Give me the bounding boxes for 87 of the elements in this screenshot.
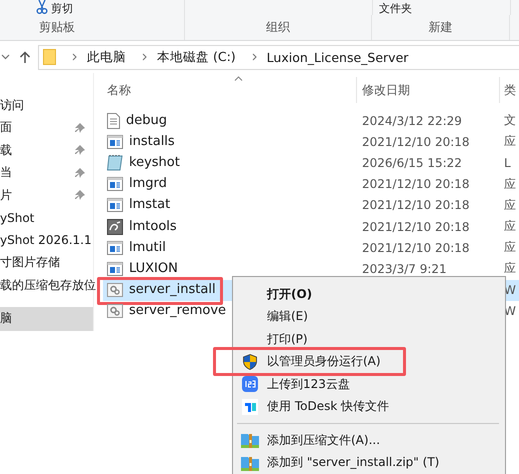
sidebar-item[interactable]: 片 — [0, 184, 93, 206]
app-icon — [242, 376, 258, 392]
modified-date: 2021/12/10 20:18 — [361, 177, 471, 192]
menu-item[interactable]: 添加到压缩文件(A)... — [267, 432, 380, 449]
file-row[interactable]: keyshot — [103, 152, 357, 174]
up-arrow-icon[interactable] — [19, 50, 31, 64]
chevron-right-icon — [142, 53, 147, 61]
chevron-right-icon — [72, 53, 77, 61]
file-row[interactable]: lmutil — [103, 237, 357, 258]
ribbon-group-label: 剪贴板 — [0, 15, 185, 40]
file-type: 应 — [503, 218, 517, 236]
gear-icon — [107, 304, 123, 318]
window-icon — [107, 177, 123, 192]
file-type: 应 — [503, 239, 517, 256]
sidebar-item[interactable]: 当 — [0, 162, 93, 184]
ribbon-group-label: 新建 — [372, 15, 510, 40]
file-row[interactable]: LUXION — [103, 258, 357, 280]
new-folder-button[interactable]: 文件夹 — [379, 0, 412, 15]
window-icon — [107, 134, 123, 149]
menu-item[interactable]: 编辑(E) — [267, 308, 308, 326]
menu-item[interactable]: 打开(O) — [267, 286, 312, 303]
menu-item[interactable]: 以管理员身份运行(A) — [267, 353, 381, 370]
sidebar-item[interactable]: 面 — [0, 116, 93, 139]
window-icon — [107, 240, 123, 255]
ribbon-group-label: 组织 — [185, 15, 372, 40]
chevron-down-icon[interactable] — [1, 54, 10, 60]
breadcrumb-item[interactable]: 此电脑 — [87, 48, 126, 66]
menu-item[interactable]: 打印(P) — [267, 330, 308, 348]
file-row[interactable]: lmgrd — [103, 174, 357, 195]
file-name: keyshot — [129, 154, 180, 171]
notepad-icon — [107, 154, 123, 171]
menu-item[interactable]: 上传到123云盘 — [267, 376, 350, 393]
breadcrumb-item[interactable]: Luxion_License_Server — [266, 50, 408, 64]
file-row[interactable]: lmtools — [103, 216, 357, 238]
modified-date: 2023/3/7 9:21 — [361, 262, 448, 276]
modified-date: 2024/3/12 22:29 — [361, 114, 463, 128]
column-header[interactable]: 修改日期 — [357, 77, 500, 103]
file-type: 应 — [503, 133, 517, 150]
column-header[interactable]: 名称 — [103, 77, 357, 103]
scissors-icon — [36, 0, 48, 14]
sidebar-item[interactable]: 载 — [0, 139, 93, 162]
file-name: server_remove — [129, 303, 226, 320]
sidebar-item[interactable]: yShot 2026.1.1 — [0, 229, 93, 252]
modified-date: 2021/12/10 20:18 — [361, 240, 471, 255]
file-type: L — [503, 154, 512, 172]
file-name: lmutil — [129, 240, 166, 256]
app-icon — [242, 398, 258, 415]
file-name: LUXION — [129, 260, 178, 277]
file-row[interactable]: lmstat — [103, 194, 357, 216]
file-type: 应 — [503, 260, 517, 278]
modified-date: 2026/6/15 15:22 — [361, 156, 463, 170]
file-type: 应 — [503, 176, 517, 193]
archive-icon — [241, 432, 259, 448]
chevron-right-icon — [252, 53, 257, 61]
file-type: 文 — [503, 112, 517, 130]
archive-icon — [241, 454, 259, 471]
breadcrumb-item[interactable]: 本地磁盘 (C:) — [157, 48, 236, 66]
file-name: installs — [129, 134, 175, 150]
sort-caret-icon — [234, 76, 243, 81]
file-name: server_install — [129, 282, 216, 298]
sidebar-item[interactable]: 寸图片存储 — [0, 252, 93, 274]
file-type: 应 — [503, 196, 517, 214]
file-name: lmtools — [129, 218, 177, 235]
menu-item[interactable]: 添加到 "server_install.zip" (T) — [267, 454, 440, 472]
address-bar[interactable]: 此电脑 本地磁盘 (C:) Luxion_License_Server — [38, 44, 519, 70]
modified-date: 2021/12/10 20:18 — [361, 198, 471, 212]
column-header[interactable]: 类 — [500, 77, 516, 103]
gear-icon — [107, 283, 123, 298]
file-row[interactable]: installs — [103, 131, 357, 152]
sidebar-item[interactable]: yShot — [0, 206, 93, 229]
folder-icon — [43, 49, 56, 65]
sidebar-item[interactable]: 载的压缩包存放位 — [0, 274, 93, 296]
file-name: debug — [126, 112, 167, 129]
file-row[interactable]: debug — [103, 110, 357, 132]
file-name: lmgrd — [129, 176, 167, 192]
menu-item[interactable]: 使用 ToDesk 快传文件 — [267, 398, 390, 416]
modified-date: 2021/12/10 20:18 — [361, 134, 471, 149]
shield-icon — [243, 354, 257, 370]
sidebar-item[interactable]: 脑 — [0, 306, 93, 330]
sidebar-item[interactable]: 访问 — [0, 94, 93, 116]
text-file-icon — [107, 112, 120, 129]
modified-date: 2021/12/10 20:18 — [361, 220, 471, 234]
file-name: lmstat — [129, 197, 170, 214]
tool-icon — [107, 218, 123, 235]
window-icon — [107, 198, 123, 212]
cut-button[interactable]: 剪切 — [36, 0, 73, 15]
window-icon — [107, 262, 123, 276]
